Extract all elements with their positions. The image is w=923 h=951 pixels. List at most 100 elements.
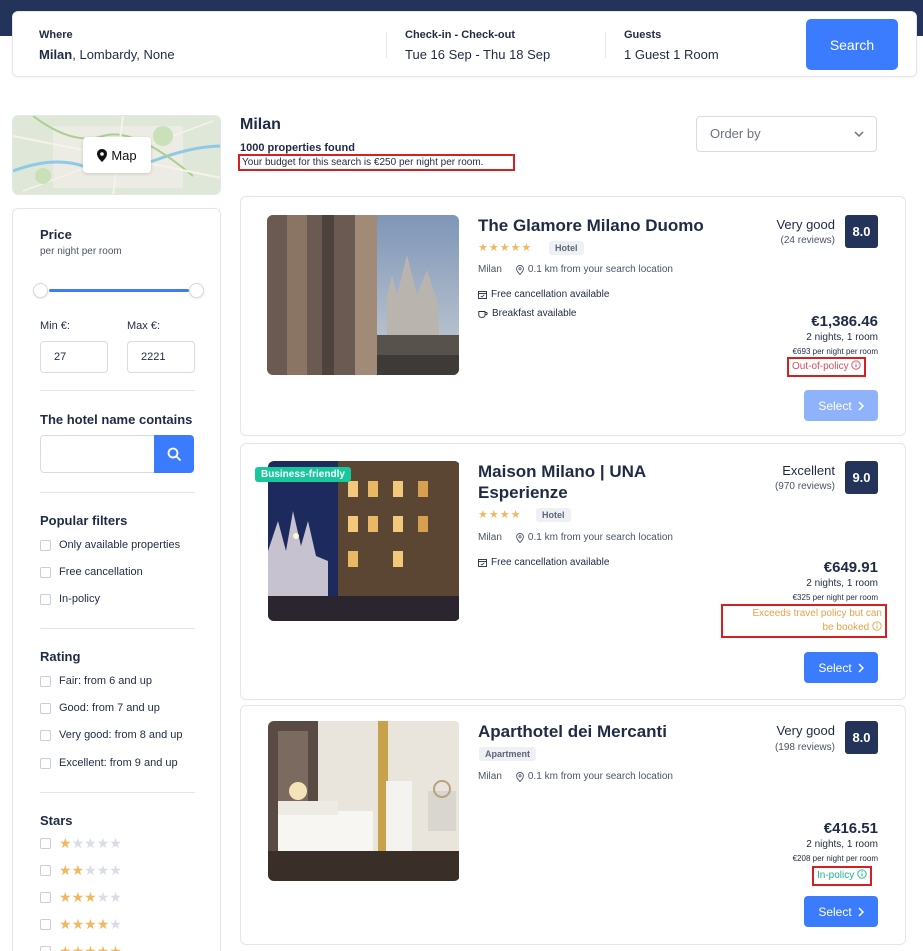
filter-in-policy[interactable]: In-policy xyxy=(40,593,100,605)
filter-only-available[interactable]: Only available properties xyxy=(40,539,180,551)
dates-field[interactable]: Check-in - Check-out Tue 16 Sep - Thu 18… xyxy=(405,29,550,62)
filter-rating-very-good[interactable]: Very good: from 8 and up xyxy=(40,729,183,741)
rating-word: Very good xyxy=(776,217,835,232)
policy-status[interactable]: Out-of-policy xyxy=(787,357,867,377)
filter-stars-3[interactable]: ★★★★★ xyxy=(40,890,122,904)
filter-stars-2[interactable]: ★★★★★ xyxy=(40,863,122,877)
checkbox[interactable] xyxy=(40,918,51,930)
rating-word: Very good xyxy=(776,723,835,738)
divider xyxy=(40,492,195,493)
price-total: €649.91 xyxy=(823,559,878,576)
filter-rating-good[interactable]: Good: from 7 and up xyxy=(40,702,160,714)
results-header: Milan xyxy=(240,116,281,134)
divider xyxy=(40,390,195,391)
checkbox[interactable] xyxy=(40,593,51,605)
checkbox[interactable] xyxy=(40,566,51,578)
price-slider-track[interactable] xyxy=(49,289,189,292)
hotel-name-line: Esperienze xyxy=(478,483,568,502)
price-title: Price xyxy=(40,227,72,242)
stars-title: Stars xyxy=(40,813,73,828)
rating-score: 8.0 xyxy=(845,721,878,754)
hotel-photo-image xyxy=(267,215,459,375)
filter-rating-excellent[interactable]: Excellent: from 9 and up xyxy=(40,757,178,769)
where-field[interactable]: Where Milan, Lombardy, None xyxy=(39,29,175,62)
hotel-name[interactable]: Maison Milano | UNA Esperienze xyxy=(478,461,646,503)
property-type-badge: Apartment xyxy=(479,747,537,761)
checkbox[interactable] xyxy=(40,729,51,741)
info-icon[interactable] xyxy=(857,869,867,881)
checkbox[interactable] xyxy=(40,702,51,714)
dates-value[interactable]: Tue 16 Sep - Thu 18 Sep xyxy=(405,47,550,62)
hotel-name[interactable]: The Glamore Milano Duomo xyxy=(478,215,704,236)
select-button[interactable]: Select xyxy=(804,896,878,927)
price-slider-max-handle[interactable] xyxy=(189,283,204,298)
divider xyxy=(605,32,606,58)
hotel-photo[interactable] xyxy=(268,721,460,881)
filter-rating-fair[interactable]: Fair: from 6 and up xyxy=(40,675,152,687)
star-rating-icons: ★★★★★ xyxy=(59,889,122,905)
price-per-night: €208 per night per room xyxy=(792,854,878,863)
filter-stars-1[interactable]: ★★★★★ xyxy=(40,836,122,850)
guests-field[interactable]: Guests 1 Guest 1 Room xyxy=(624,29,719,62)
property-type-badge: Hotel xyxy=(536,508,571,522)
max-price-label: Max €: xyxy=(127,320,161,332)
hotel-city: Milan xyxy=(478,264,502,275)
review-count: (198 reviews) xyxy=(774,742,835,753)
hotel-photo[interactable] xyxy=(268,461,460,621)
guests-value[interactable]: 1 Guest 1 Room xyxy=(624,47,719,62)
select-button[interactable]: Select xyxy=(804,652,878,683)
hotel-name-input[interactable] xyxy=(40,435,154,473)
max-price-input[interactable]: 2221 xyxy=(127,341,195,373)
price-nights: 2 nights, 1 room xyxy=(806,578,878,589)
select-button[interactable]: Select xyxy=(804,390,878,421)
info-icon[interactable] xyxy=(851,360,862,372)
info-icon[interactable] xyxy=(872,621,882,633)
price-subtitle: per night per room xyxy=(40,246,122,257)
dates-label: Check-in - Check-out xyxy=(405,29,516,41)
min-price-input[interactable]: 27 xyxy=(40,341,108,373)
policy-label: In-policy xyxy=(817,870,855,881)
checkbox[interactable] xyxy=(40,945,51,951)
checkbox[interactable] xyxy=(40,837,51,849)
price-slider-min-handle[interactable] xyxy=(33,283,48,298)
order-by-select[interactable]: Order by xyxy=(696,116,877,152)
hotel-stars: ★★★★★ xyxy=(478,242,533,254)
hotel-photo-image xyxy=(268,721,459,881)
hotel-photo[interactable] xyxy=(267,215,459,375)
guests-label: Guests xyxy=(624,29,662,41)
filter-stars-5[interactable]: ★★★★★ xyxy=(40,944,122,951)
checkbox[interactable] xyxy=(40,757,51,769)
filters-panel: Price per night per room Min €: Max €: 2… xyxy=(12,208,221,951)
divider xyxy=(40,628,195,629)
hotel-card[interactable]: Aparthotel dei Mercanti Apartment Milan … xyxy=(240,705,906,945)
star-rating-icons: ★★★★★ xyxy=(59,862,122,878)
where-city: Milan xyxy=(39,47,73,62)
checkbox[interactable] xyxy=(40,675,51,687)
hotel-name-line: Maison Milano | UNA xyxy=(478,462,647,481)
checkbox[interactable] xyxy=(40,539,51,551)
hotel-card[interactable]: The Glamore Milano Duomo ★★★★★ Hotel Mil… xyxy=(240,196,906,436)
checkbox-label: In-policy xyxy=(59,593,100,605)
min-price-label: Min €: xyxy=(40,320,70,332)
hotel-name-search-button[interactable] xyxy=(154,435,194,473)
policy-status[interactable]: In-policy xyxy=(812,866,873,886)
where-value[interactable]: Milan, Lombardy, None xyxy=(39,47,175,62)
search-button[interactable]: Search xyxy=(806,19,898,70)
select-label: Select xyxy=(818,398,852,413)
checkbox[interactable] xyxy=(40,891,51,903)
map-button[interactable]: Map xyxy=(83,137,151,173)
filter-stars-4[interactable]: ★★★★★ xyxy=(40,917,122,931)
chevron-right-icon xyxy=(858,662,864,673)
coffee-cup-icon xyxy=(478,311,488,318)
hotel-name[interactable]: Aparthotel dei Mercanti xyxy=(478,721,667,742)
hotel-distance: 0.1 km from your search location xyxy=(527,264,673,275)
divider xyxy=(386,32,387,58)
policy-status[interactable]: Exceeds travel policy but can be booked xyxy=(721,604,887,638)
map-preview[interactable]: Map xyxy=(12,115,221,195)
filter-free-cancellation[interactable]: Free cancellation xyxy=(40,566,143,578)
map-pin-icon xyxy=(516,771,524,782)
checkbox-label: Fair: from 6 and up xyxy=(59,675,152,687)
select-label: Select xyxy=(818,660,852,675)
review-count: (970 reviews) xyxy=(774,481,835,492)
checkbox[interactable] xyxy=(40,864,51,876)
